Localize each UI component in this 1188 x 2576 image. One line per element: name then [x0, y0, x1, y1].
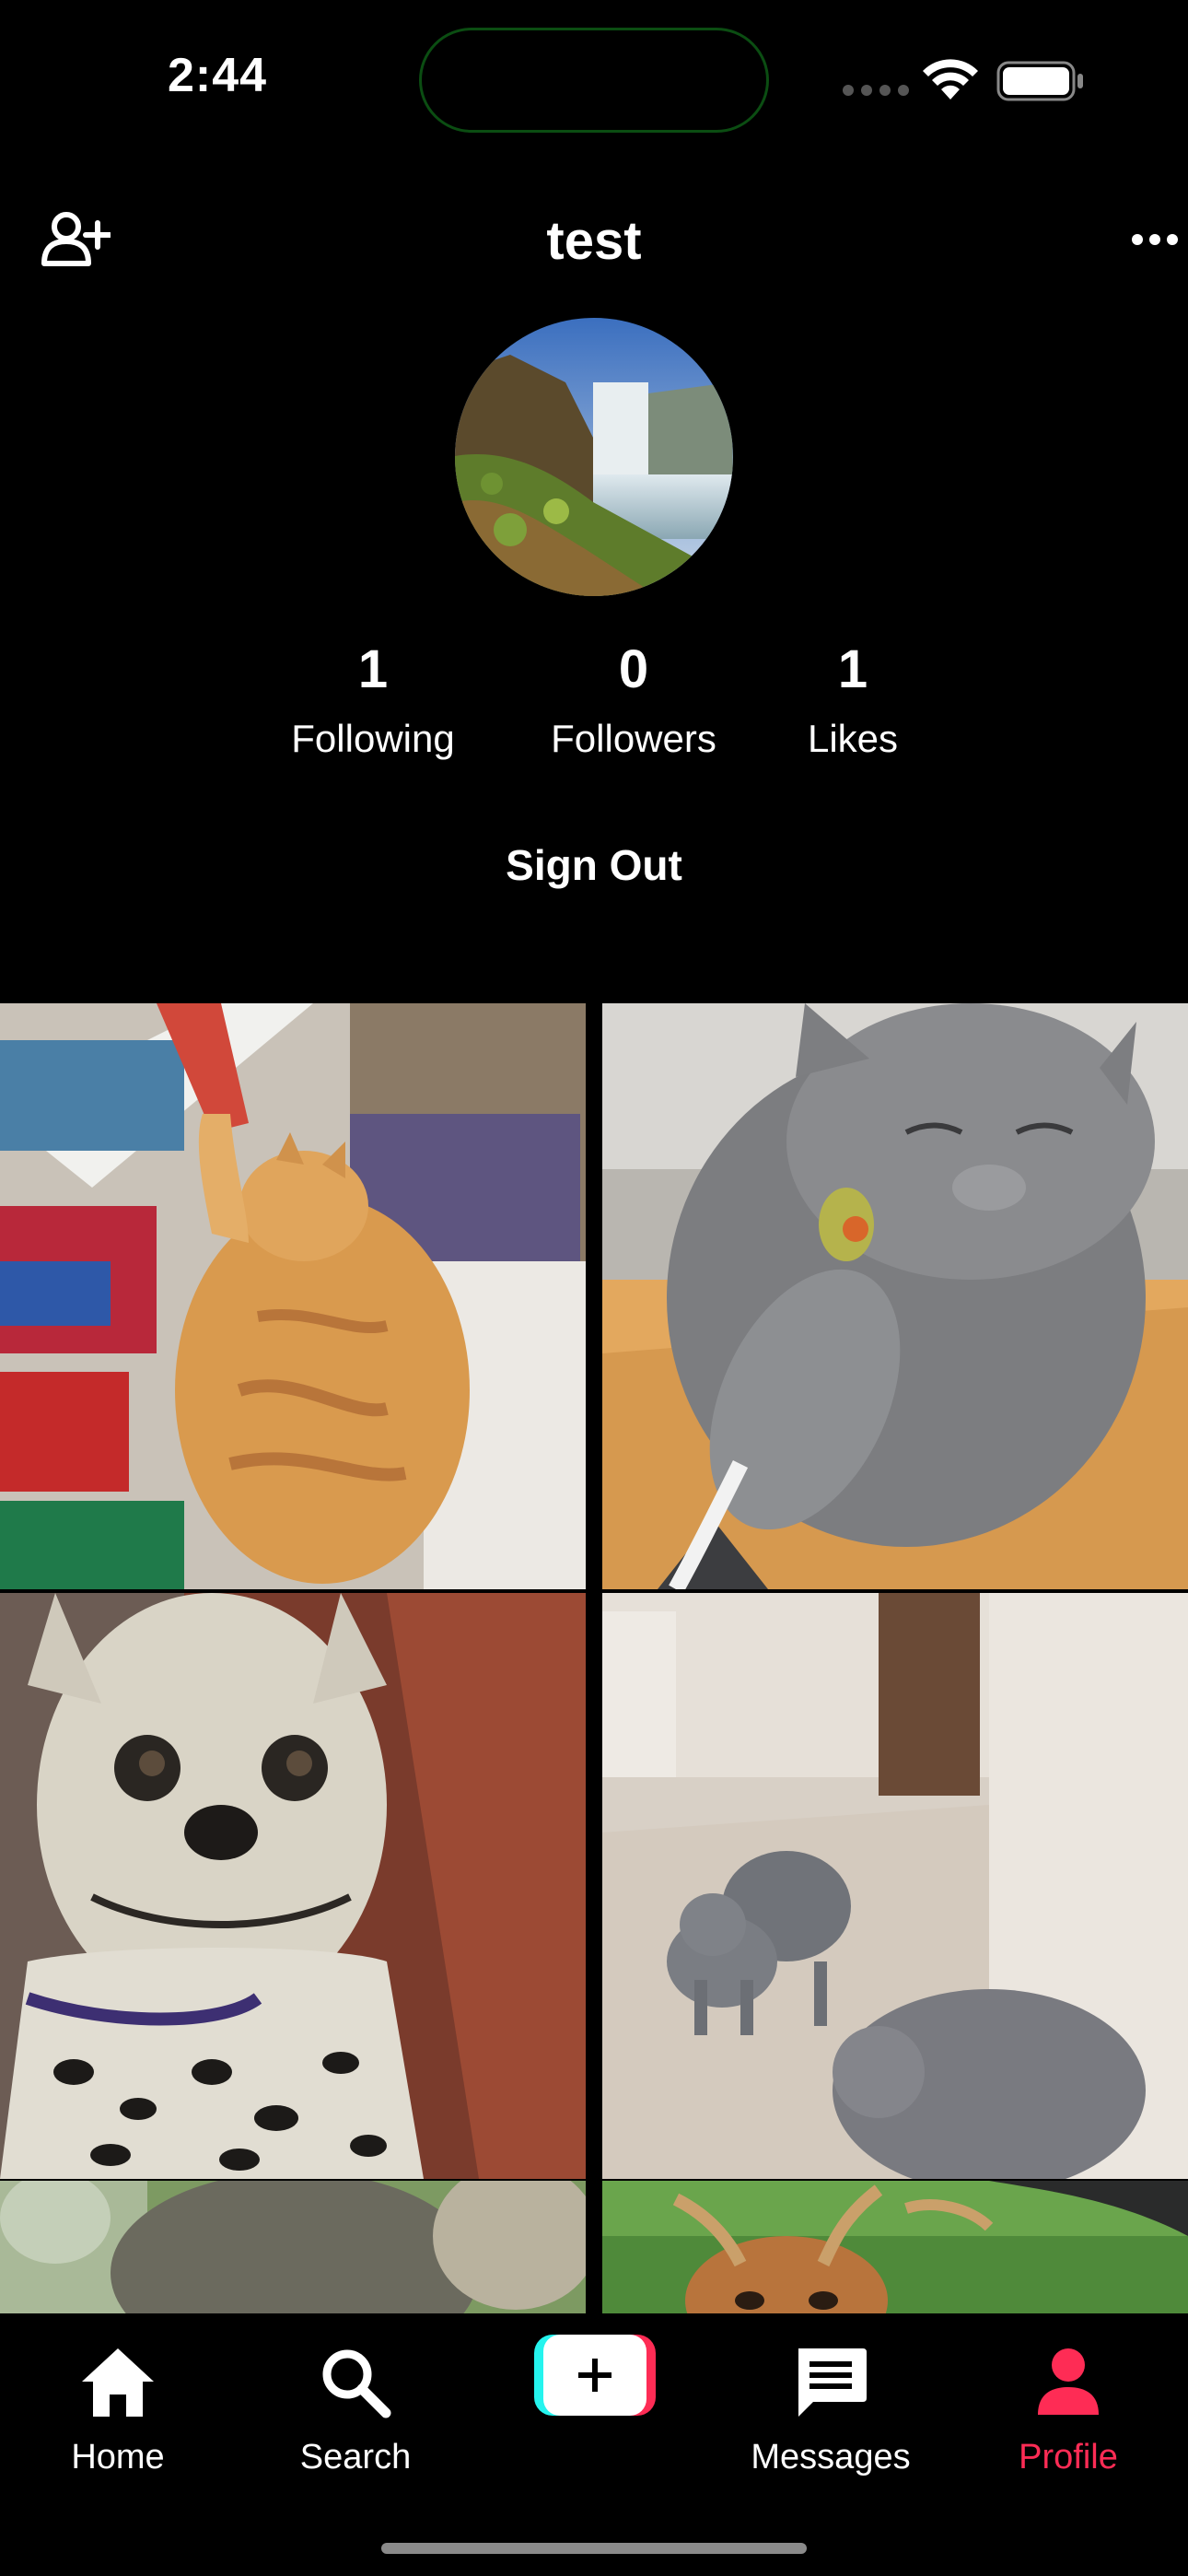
video-thumbnail[interactable]	[602, 1003, 1188, 1589]
video-thumbnail[interactable]	[602, 2181, 1188, 2313]
profile-icon	[1038, 2348, 1099, 2415]
video-grid	[0, 1003, 1188, 2313]
likes-stat[interactable]: 1 Likes	[733, 636, 973, 767]
video-thumbnail[interactable]	[602, 1593, 1188, 2179]
nav-profile[interactable]: Profile	[958, 2341, 1179, 2479]
profile-header: test	[0, 203, 1188, 295]
followers-stat[interactable]: 0 Followers	[514, 636, 753, 767]
nav-home-label: Home	[71, 2438, 165, 2476]
sign-out-button[interactable]: Sign Out	[0, 840, 1188, 890]
status-time: 2:44	[168, 49, 268, 102]
video-thumbnail[interactable]	[0, 2181, 586, 2313]
following-label: Following	[291, 717, 455, 760]
nav-search-label: Search	[299, 2438, 412, 2476]
nav-search[interactable]: Search	[245, 2341, 466, 2479]
wifi-icon	[923, 59, 978, 100]
profile-stats: 1 Following 0 Followers 1 Likes	[0, 636, 1188, 774]
likes-count: 1	[837, 639, 868, 699]
followers-count: 0	[618, 639, 649, 699]
video-thumbnail[interactable]	[0, 1003, 586, 1589]
home-indicator	[381, 2543, 807, 2554]
dynamic-island	[419, 28, 769, 133]
cellular-signal-icon	[843, 85, 909, 96]
more-horizontal-icon[interactable]	[1131, 230, 1179, 249]
messages-icon	[798, 2348, 867, 2417]
nav-home[interactable]: Home	[7, 2341, 228, 2479]
home-icon	[82, 2348, 154, 2417]
followers-label: Followers	[551, 717, 716, 760]
plus-icon	[578, 2359, 611, 2392]
video-thumbnail[interactable]	[0, 1593, 586, 2179]
nav-profile-label: Profile	[1019, 2438, 1118, 2476]
nav-messages[interactable]: Messages	[720, 2341, 941, 2479]
battery-icon	[996, 61, 1083, 101]
following-count: 1	[357, 639, 389, 699]
status-bar: 2:44	[0, 0, 1188, 157]
nav-messages-label: Messages	[751, 2438, 911, 2476]
create-video-button[interactable]	[534, 2335, 656, 2416]
avatar[interactable]	[455, 318, 733, 596]
profile-username: test	[546, 211, 642, 271]
search-icon	[322, 2349, 391, 2418]
following-stat[interactable]: 1 Following	[253, 636, 493, 767]
likes-label: Likes	[807, 717, 899, 760]
